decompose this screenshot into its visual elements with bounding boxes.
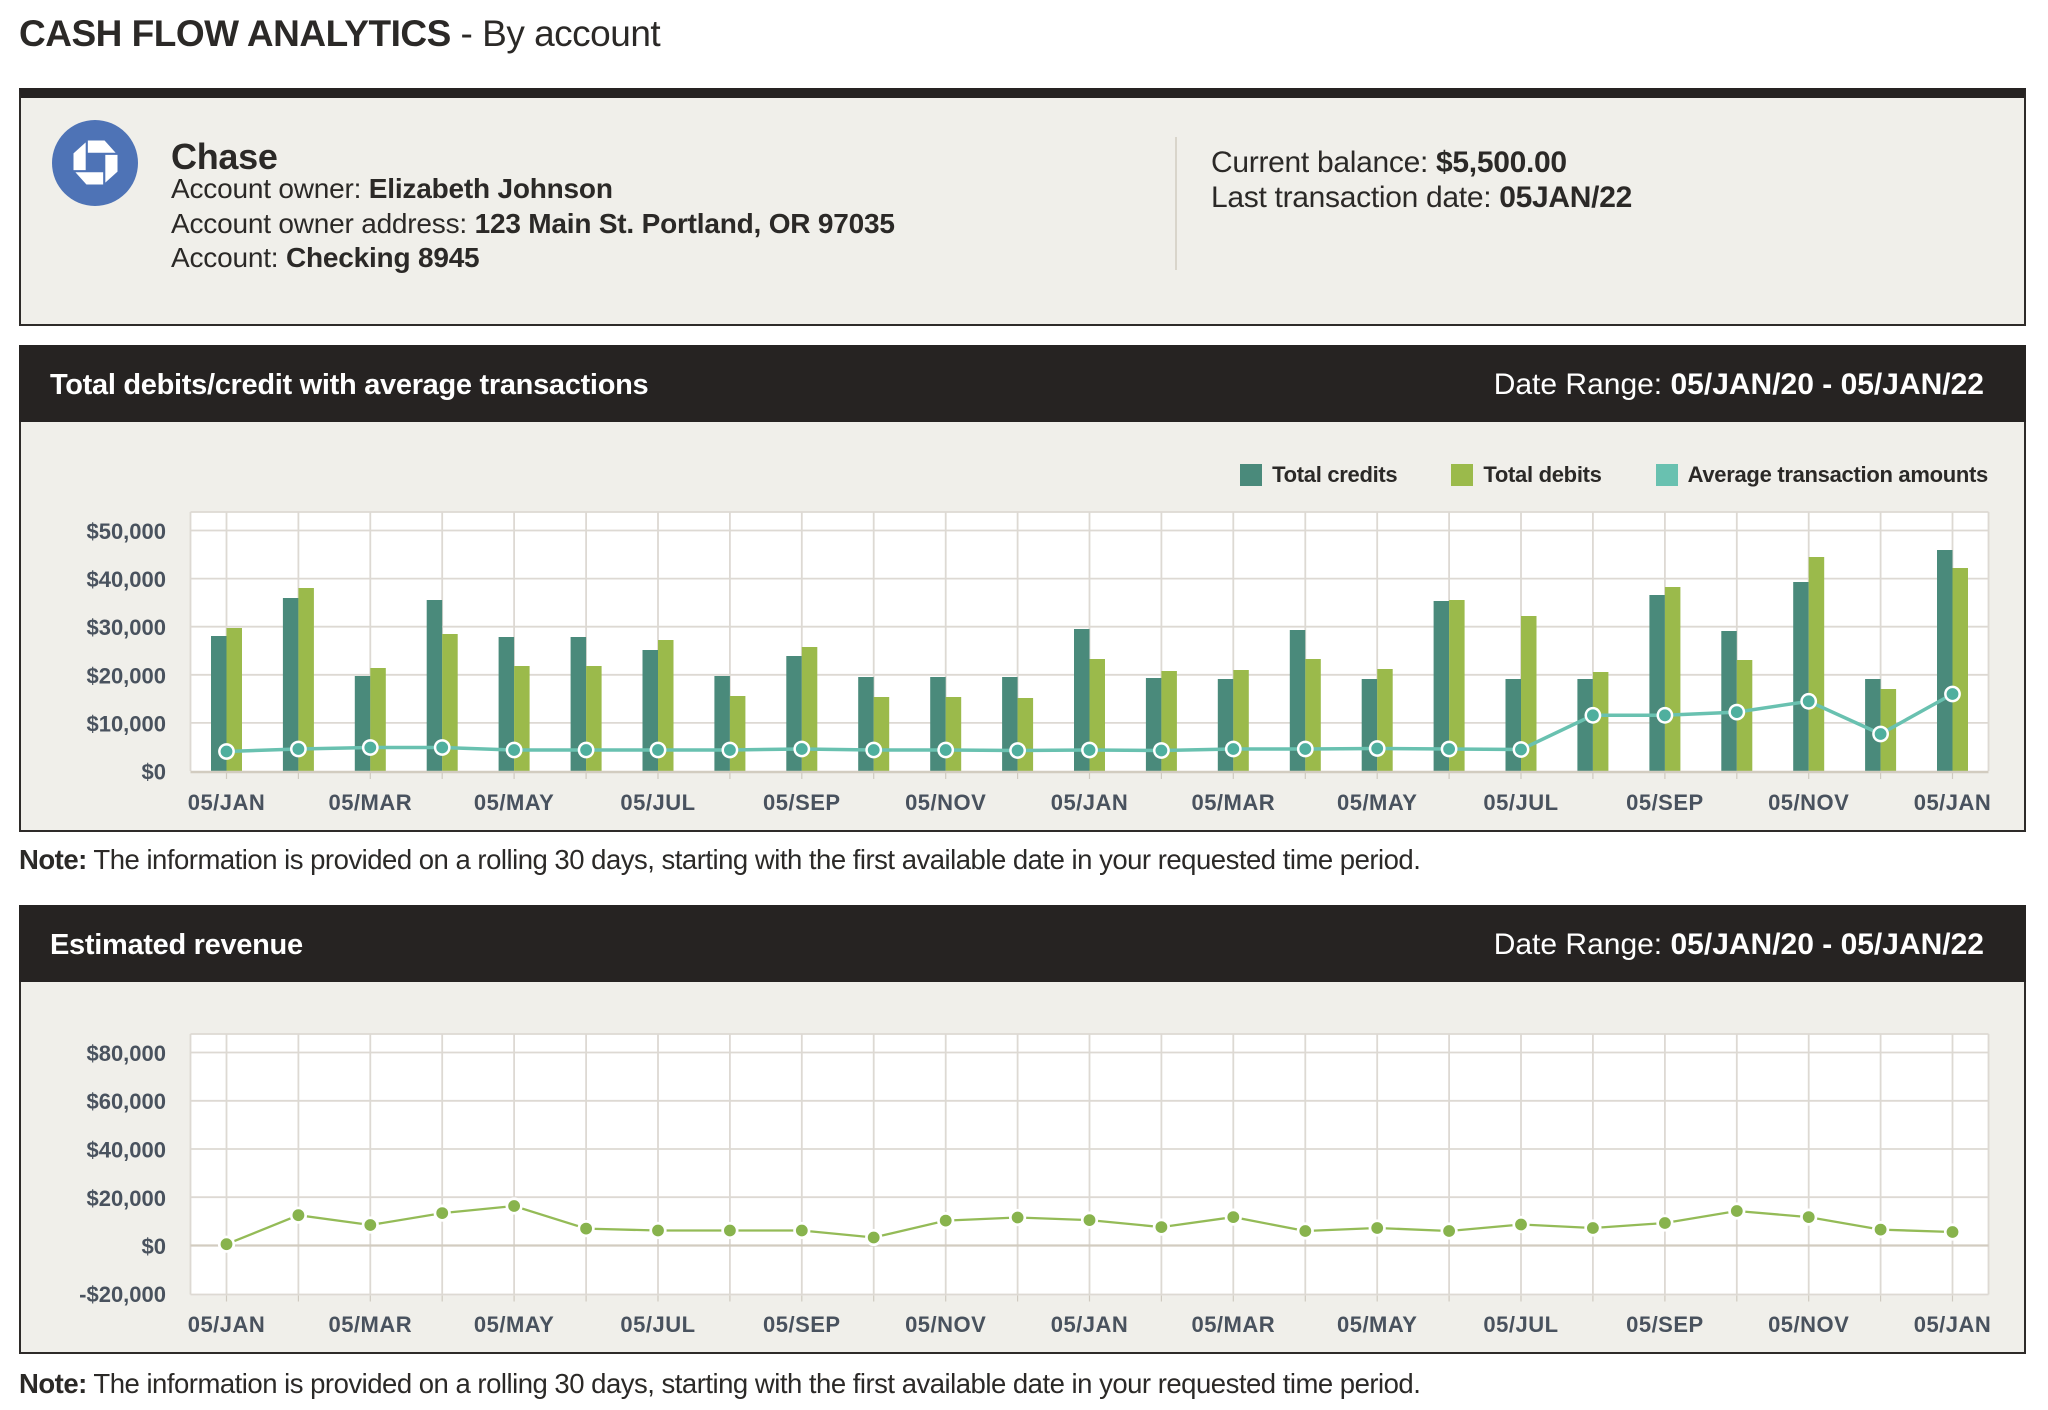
svg-text:$10,000: $10,000 bbox=[86, 711, 166, 736]
svg-text:05/MAR: 05/MAR bbox=[1191, 1312, 1275, 1337]
svg-text:05/NOV: 05/NOV bbox=[1768, 790, 1849, 815]
svg-text:$40,000: $40,000 bbox=[86, 567, 166, 592]
svg-text:05/NOV: 05/NOV bbox=[905, 1312, 986, 1337]
svg-text:05/JUL: 05/JUL bbox=[620, 790, 695, 815]
svg-text:05/JUL: 05/JUL bbox=[1483, 1312, 1558, 1337]
svg-text:05/MAR: 05/MAR bbox=[328, 790, 412, 815]
svg-text:05/JAN: 05/JAN bbox=[1914, 790, 1992, 815]
svg-text:05/SEP: 05/SEP bbox=[763, 1312, 841, 1337]
svg-text:-$20,000: -$20,000 bbox=[79, 1282, 166, 1307]
svg-text:$50,000: $50,000 bbox=[86, 519, 166, 544]
svg-text:05/JAN: 05/JAN bbox=[188, 1312, 266, 1337]
svg-text:05/JAN: 05/JAN bbox=[188, 790, 266, 815]
svg-text:$20,000: $20,000 bbox=[86, 1186, 166, 1211]
svg-text:$40,000: $40,000 bbox=[86, 1138, 166, 1163]
svg-text:05/MAY: 05/MAY bbox=[1337, 790, 1417, 815]
svg-text:05/NOV: 05/NOV bbox=[905, 790, 986, 815]
svg-text:05/MAR: 05/MAR bbox=[1191, 790, 1275, 815]
svg-text:05/SEP: 05/SEP bbox=[763, 790, 841, 815]
svg-text:$80,000: $80,000 bbox=[86, 1041, 166, 1066]
svg-text:05/MAR: 05/MAR bbox=[328, 1312, 412, 1337]
svg-text:05/MAY: 05/MAY bbox=[1337, 1312, 1417, 1337]
svg-text:$0: $0 bbox=[142, 1234, 166, 1259]
svg-text:05/JUL: 05/JUL bbox=[1483, 790, 1558, 815]
svg-text:05/SEP: 05/SEP bbox=[1626, 790, 1704, 815]
svg-text:05/JUL: 05/JUL bbox=[620, 1312, 695, 1337]
svg-text:05/JAN: 05/JAN bbox=[1051, 790, 1129, 815]
svg-text:$20,000: $20,000 bbox=[86, 663, 166, 688]
svg-text:05/NOV: 05/NOV bbox=[1768, 1312, 1849, 1337]
svg-text:$60,000: $60,000 bbox=[86, 1089, 166, 1114]
svg-text:05/JAN: 05/JAN bbox=[1051, 1312, 1129, 1337]
svg-text:05/MAY: 05/MAY bbox=[474, 790, 554, 815]
svg-text:05/SEP: 05/SEP bbox=[1626, 1312, 1704, 1337]
svg-text:05/JAN: 05/JAN bbox=[1914, 1312, 1992, 1337]
svg-text:05/MAY: 05/MAY bbox=[474, 1312, 554, 1337]
svg-text:$0: $0 bbox=[142, 760, 166, 785]
svg-text:$30,000: $30,000 bbox=[86, 615, 166, 640]
